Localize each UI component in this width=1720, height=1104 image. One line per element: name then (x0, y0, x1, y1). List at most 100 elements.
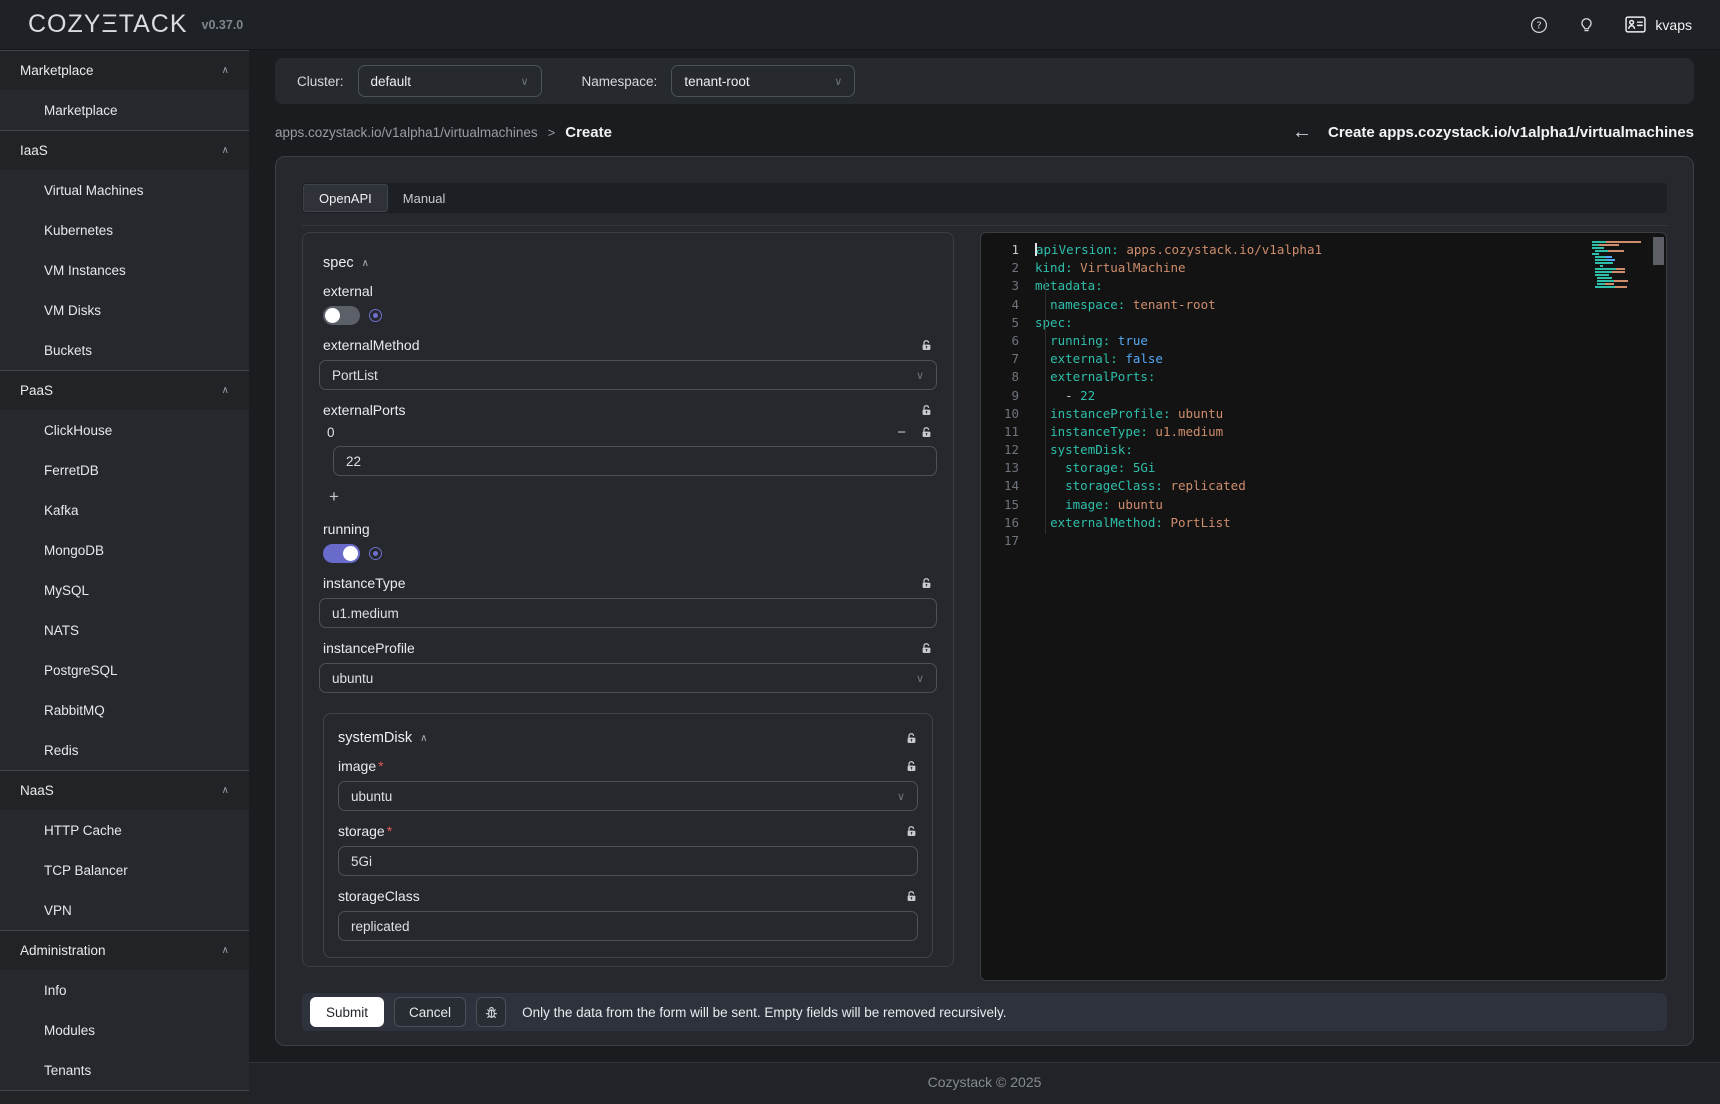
unlock-icon[interactable] (905, 825, 918, 838)
tab-manual[interactable]: Manual (388, 184, 461, 212)
external-default-radio-icon[interactable] (369, 309, 382, 322)
theme-lightbulb-icon[interactable] (1578, 16, 1595, 33)
required-asterisk: * (378, 758, 383, 774)
sidebar-item-tcp-balancer[interactable]: TCP Balancer (0, 850, 249, 890)
unlock-icon[interactable] (905, 890, 918, 903)
submit-button[interactable]: Submit (310, 997, 384, 1027)
sidebar-item-vm-instances[interactable]: VM Instances (0, 250, 249, 290)
chevron-up-icon: ∧ (420, 733, 427, 744)
breadcrumb-path[interactable]: apps.cozystack.io/v1alpha1/virtualmachin… (275, 125, 538, 140)
sidebar-item-clickhouse[interactable]: ClickHouse (0, 410, 249, 450)
sidebar-item-vm-disks[interactable]: VM Disks (0, 290, 249, 330)
unlock-icon[interactable] (920, 404, 933, 417)
unlock-icon[interactable] (920, 642, 933, 655)
sidebar-item-nats[interactable]: NATS (0, 610, 249, 650)
editor-indent-guide (1045, 278, 1046, 534)
editor-line: metadata: (1035, 277, 1666, 295)
editor-line: image: ubuntu (1035, 496, 1666, 514)
editor-line: instanceType: u1.medium (1035, 423, 1666, 441)
running-toggle[interactable] (323, 544, 360, 563)
sidebar-section-paas[interactable]: PaaS∧ (0, 370, 249, 410)
instanceProfile-select[interactable]: ubuntu ∨ (319, 663, 937, 693)
openapi-form: spec ∧ external externalMethod (302, 232, 954, 967)
help-icon[interactable]: ? (1530, 16, 1548, 34)
unlock-icon[interactable] (905, 732, 918, 745)
user-menu[interactable]: kvaps (1625, 16, 1692, 33)
chevron-up-icon: ∧ (362, 258, 369, 269)
sidebar-item-modules[interactable]: Modules (0, 1010, 249, 1050)
externalPorts-item-input[interactable]: 22 (333, 446, 937, 476)
sidebar-item-buckets[interactable]: Buckets (0, 330, 249, 370)
chevron-down-icon: ∨ (887, 790, 905, 803)
storage-input[interactable]: 5Gi (338, 846, 918, 876)
storageClass-input[interactable]: replicated (338, 911, 918, 941)
yaml-editor[interactable]: 1234567891011121314151617 apiVersion: ap… (980, 232, 1667, 981)
instanceType-input[interactable]: u1.medium (319, 598, 937, 628)
externalMethod-label: externalMethod (323, 337, 420, 353)
image-select[interactable]: ubuntu ∨ (338, 781, 918, 811)
editor-line: instanceProfile: ubuntu (1035, 405, 1666, 423)
sidebar-item-vpn[interactable]: VPN (0, 890, 249, 930)
tab-openapi[interactable]: OpenAPI (303, 184, 388, 212)
editor-line: external: false (1035, 350, 1666, 368)
namespace-select-value: tenant-root (684, 74, 749, 89)
sidebar-section-iaas[interactable]: IaaS∧ (0, 130, 249, 170)
top-header: COZYΞTACK v0.37.0 ? kvaps (0, 0, 1720, 50)
sidebar-item-rabbitmq[interactable]: RabbitMQ (0, 690, 249, 730)
editor-code[interactable]: apiVersion: apps.cozystack.io/v1alpha1ki… (1035, 241, 1666, 550)
unlock-icon[interactable] (920, 339, 933, 352)
cancel-button[interactable]: Cancel (394, 997, 466, 1027)
editor-scrollbar[interactable] (1653, 237, 1664, 265)
spec-section-header[interactable]: spec ∧ (323, 255, 937, 271)
editor-mode-tabs: OpenAPI Manual (302, 183, 1667, 213)
bug-icon (484, 1005, 499, 1020)
namespace-select[interactable]: tenant-root ∨ (671, 65, 855, 97)
sidebar-item-kubernetes[interactable]: Kubernetes (0, 210, 249, 250)
running-default-radio-icon[interactable] (369, 547, 382, 560)
sidebar-item-mongodb[interactable]: MongoDB (0, 530, 249, 570)
breadcrumb-separator: > (548, 125, 556, 140)
sidebar-item-kafka[interactable]: Kafka (0, 490, 249, 530)
sidebar-item-info[interactable]: Info (0, 970, 249, 1010)
editor-minimap[interactable] (1592, 241, 1648, 292)
sidebar-item-mysql[interactable]: MySQL (0, 570, 249, 610)
editor-line: running: true (1035, 332, 1666, 350)
sidebar-item-ferretdb[interactable]: FerretDB (0, 450, 249, 490)
externalMethod-select[interactable]: PortList ∨ (319, 360, 937, 390)
chevron-down-icon: ∨ (906, 672, 924, 685)
chevron-up-icon: ∧ (222, 145, 229, 156)
remove-item-icon[interactable]: − (897, 425, 906, 440)
unlock-icon[interactable] (920, 426, 933, 439)
systemDisk-section-header[interactable]: systemDisk ∧ (338, 730, 427, 746)
namespace-label: Namespace: (582, 74, 658, 89)
back-arrow-icon[interactable]: ← (1292, 122, 1312, 142)
cluster-select[interactable]: default ∨ (358, 65, 542, 97)
externalMethod-value: PortList (332, 368, 378, 383)
context-toolbar: Cluster: default ∨ Namespace: tenant-roo… (275, 58, 1694, 104)
editor-line: apiVersion: apps.cozystack.io/v1alpha1 (1035, 241, 1666, 259)
sidebar-item-marketplace[interactable]: Marketplace (0, 90, 249, 130)
chevron-down-icon: ∨ (510, 75, 528, 88)
add-item-icon[interactable]: + (329, 488, 937, 505)
unlock-icon[interactable] (920, 577, 933, 590)
sidebar-item-redis[interactable]: Redis (0, 730, 249, 770)
running-label: running (323, 521, 370, 537)
create-form-card: OpenAPI Manual spec ∧ external exte (275, 156, 1694, 1046)
required-asterisk: * (387, 823, 392, 839)
instanceProfile-label: instanceProfile (323, 640, 415, 656)
app-version: v0.37.0 (202, 18, 244, 32)
sidebar-item-postgresql[interactable]: PostgreSQL (0, 650, 249, 690)
sidebar-item-tenants[interactable]: Tenants (0, 1050, 249, 1090)
sidebar-section-administration[interactable]: Administration∧ (0, 930, 249, 970)
editor-line: systemDisk: (1035, 441, 1666, 459)
sidebar-section-naas[interactable]: NaaS∧ (0, 770, 249, 810)
sidebar-item-virtual-machines[interactable]: Virtual Machines (0, 170, 249, 210)
chevron-up-icon: ∧ (222, 385, 229, 396)
image-label: image* (338, 758, 384, 774)
main-content: Cluster: default ∨ Namespace: tenant-roo… (249, 50, 1720, 1104)
sidebar-item-http-cache[interactable]: HTTP Cache (0, 810, 249, 850)
sidebar-section-marketplace[interactable]: Marketplace∧ (0, 50, 249, 90)
debug-button[interactable] (476, 997, 506, 1027)
external-toggle[interactable] (323, 306, 360, 325)
unlock-icon[interactable] (905, 760, 918, 773)
